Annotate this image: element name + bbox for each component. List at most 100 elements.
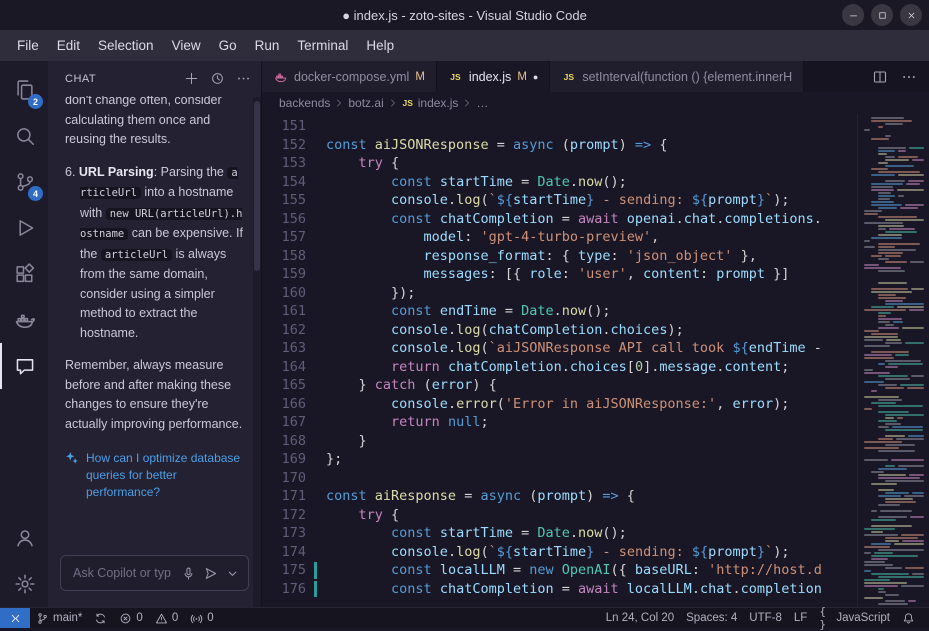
close-button[interactable] [900, 4, 922, 26]
menu-bar: File Edit Selection View Go Run Terminal Help [0, 30, 929, 61]
bell-icon [902, 612, 915, 625]
code-area[interactable]: 151 152 const aiJSONResponse = async (prom… [262, 114, 857, 607]
code-line[interactable]: 164 return chatCompletion.choices[0].mes… [262, 358, 857, 377]
code-text: const aiJSONResponse = async (prompt) =>… [326, 136, 668, 153]
sidebar-scrollbar[interactable] [253, 97, 261, 607]
dirty-dot-icon[interactable]: ● [533, 72, 538, 82]
code-text: console.log(chatCompletion.choices); [391, 321, 684, 338]
chat-toolbar [184, 71, 251, 86]
menu-selection[interactable]: Selection [89, 34, 163, 57]
menu-edit[interactable]: Edit [48, 34, 89, 57]
chat-paragraph: 6. URL Parsing: Parsing the articleUrl i… [65, 164, 243, 340]
menu-view[interactable]: View [163, 34, 210, 57]
code-line[interactable]: 156 const chatCompletion = await openai.… [262, 210, 857, 229]
code-line[interactable]: 163 console.log(`aiJSONResponse API call… [262, 339, 857, 358]
activity-explorer[interactable]: 2 [0, 67, 48, 113]
menu-run[interactable]: Run [246, 34, 289, 57]
code-line[interactable]: 172 try { [262, 506, 857, 525]
send-icon[interactable] [203, 566, 218, 581]
split-editor-button[interactable] [872, 69, 888, 85]
line-number: 158 [281, 247, 306, 264]
tab-docker-compose[interactable]: docker-compose.yml M [262, 61, 437, 92]
code-line[interactable]: 157 model: 'gpt-4-turbo-preview', [262, 228, 857, 247]
activity-extensions[interactable] [0, 251, 48, 297]
code-line[interactable]: 161 const endTime = Date.now(); [262, 302, 857, 321]
code-line[interactable]: 169}; [262, 450, 857, 469]
status-label: 0 [171, 612, 179, 624]
send-options-icon[interactable] [225, 566, 240, 581]
status-cursor-position[interactable]: Ln 24, Col 20 [600, 608, 680, 628]
code-line[interactable]: 167 return null; [262, 413, 857, 432]
code-line[interactable]: 170 [262, 469, 857, 488]
breadcrumb-item[interactable]: botz.ai [348, 96, 383, 110]
chat-input[interactable] [71, 565, 174, 581]
history-button[interactable] [210, 71, 225, 86]
activity-docker[interactable] [0, 297, 48, 343]
line-number: 153 [281, 155, 306, 171]
code-line[interactable]: 154 const startTime = Date.now(); [262, 173, 857, 192]
code-line[interactable]: 160 }); [262, 284, 857, 303]
tab-setinterval[interactable]: JS setInterval(function () {element.inner… [550, 61, 805, 92]
status-encoding[interactable]: UTF-8 [743, 608, 788, 628]
status-warnings[interactable]: 0 [149, 608, 184, 628]
activity-source-control[interactable]: 4 [0, 159, 48, 205]
tab-label: setInterval(function () {element.innerH [582, 69, 793, 84]
more-button[interactable] [236, 71, 251, 86]
gutter-margin [306, 154, 326, 173]
code-line[interactable]: 171 const aiResponse = async (prompt) => … [262, 487, 857, 506]
code-line[interactable]: 175 const localLLM = new OpenAI({ baseUR… [262, 561, 857, 580]
breadcrumb-item[interactable]: backends [279, 96, 330, 110]
code-line[interactable]: 153 try { [262, 154, 857, 173]
tab-index-js[interactable]: JS index.js M ● [436, 61, 551, 92]
mic-icon[interactable] [181, 566, 196, 581]
status-eol[interactable]: LF [788, 608, 813, 628]
menu-file[interactable]: File [8, 34, 48, 57]
status-sync[interactable] [88, 608, 113, 628]
maximize-button[interactable] [871, 4, 893, 26]
chat-suggestion-link[interactable]: How can I optimize database queries for … [65, 450, 243, 501]
code-text: return null; [391, 414, 489, 430]
code-text: const chatCompletion = await localLLM.ch… [391, 580, 822, 597]
menu-terminal[interactable]: Terminal [288, 34, 357, 57]
code-line[interactable]: 168 } [262, 432, 857, 451]
tab-label: index.js [468, 69, 512, 84]
breadcrumb-item[interactable]: … [476, 96, 488, 110]
more-actions-button[interactable] [901, 69, 917, 85]
minimize-button[interactable] [842, 4, 864, 26]
activity-badge: 2 [28, 94, 43, 109]
code-line[interactable]: 173 const startTime = Date.now(); [262, 524, 857, 543]
activity-chat[interactable] [0, 343, 48, 389]
code-line[interactable]: 158 response_format: { type: 'json_objec… [262, 247, 857, 266]
breadcrumb-item[interactable]: JS index.js [402, 96, 459, 110]
code-line[interactable]: 159 messages: [{ role: 'user', content: … [262, 265, 857, 284]
code-line[interactable]: 176 const chatCompletion = await localLL… [262, 580, 857, 599]
inline-code: new URL(articleUrl).hostname [80, 207, 243, 240]
activity-settings[interactable] [0, 561, 48, 607]
new-chat-button[interactable] [184, 71, 199, 86]
status-indentation[interactable]: Spaces: 4 [680, 608, 743, 628]
code-line[interactable]: 165 } catch (error) { [262, 376, 857, 395]
menu-help[interactable]: Help [357, 34, 403, 57]
code-line[interactable]: 166 console.error('Error in aiJSONRespon… [262, 395, 857, 414]
code-line[interactable]: 152 const aiJSONResponse = async (prompt)… [262, 136, 857, 155]
code-line[interactable]: 151 [262, 117, 857, 136]
line-number: 156 [281, 210, 306, 227]
activity-search[interactable] [0, 113, 48, 159]
remote-indicator[interactable] [0, 608, 30, 628]
code-line[interactable]: 162 console.log(chatCompletion.choices); [262, 321, 857, 340]
tabs: docker-compose.yml M JS index.js M ● JS setInte… [262, 61, 805, 92]
activity-run-debug[interactable] [0, 205, 48, 251]
activity-accounts[interactable] [0, 515, 48, 561]
chat-input-box [60, 555, 249, 591]
code-line[interactable]: 155 console.log(`${startTime} - sending:… [262, 191, 857, 210]
code-line[interactable]: 174 console.log(`${startTime} - sending:… [262, 543, 857, 562]
menu-go[interactable]: Go [210, 34, 246, 57]
status-language[interactable]: { } JavaScript [813, 605, 896, 631]
status-notifications[interactable] [896, 608, 921, 628]
line-number: 163 [281, 340, 306, 356]
close-icon [906, 10, 917, 21]
status-ports[interactable]: 0 [184, 608, 219, 628]
status-errors[interactable]: 0 [113, 608, 148, 628]
status-branch[interactable]: main* [30, 608, 88, 628]
minimap[interactable] [857, 114, 929, 607]
